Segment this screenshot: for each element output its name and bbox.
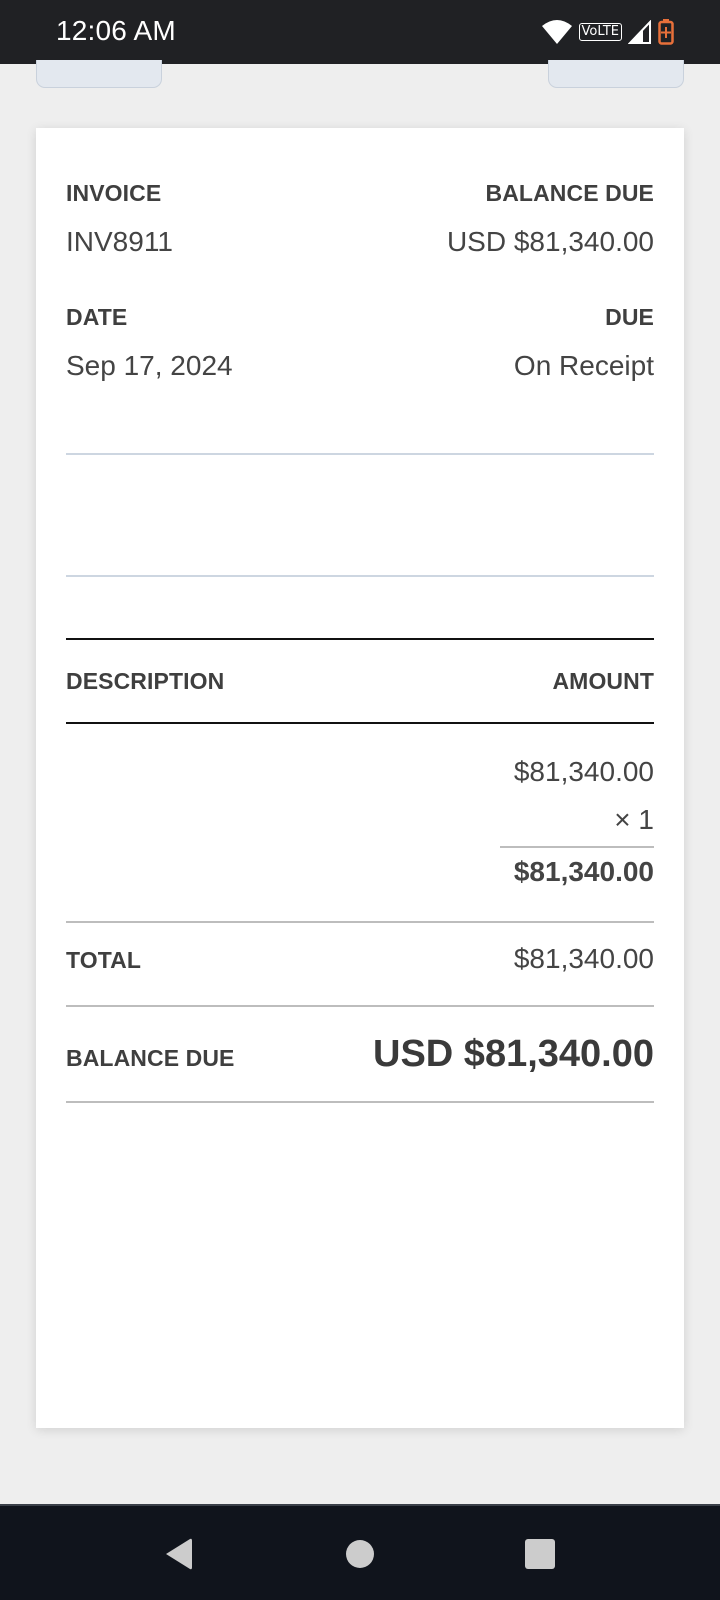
total-value: $81,340.00 xyxy=(513,943,654,974)
battery-icon xyxy=(658,19,674,45)
item-quantity: × 1 xyxy=(614,804,654,835)
recents-icon xyxy=(525,1539,555,1569)
invoice-values-row: INV8911 USD $81,340.00 xyxy=(66,226,654,258)
balance-due-row: BALANCE DUE USD $81,340.00 xyxy=(66,1033,654,1076)
invoice-header-row: INVOICE BALANCE DUE xyxy=(66,180,654,207)
date-values-row: Sep 17, 2024 On Receipt xyxy=(66,350,654,382)
table-top-border xyxy=(66,638,654,640)
balance-due-total-value: USD $81,340.00 xyxy=(373,1033,654,1075)
date-label: DATE xyxy=(66,304,128,330)
divider xyxy=(66,1005,654,1007)
date-header-row: DATE DUE xyxy=(66,304,654,331)
item-line-total: $81,340.00 xyxy=(513,856,654,887)
wifi-icon xyxy=(541,20,572,44)
table-header: DESCRIPTION AMOUNT xyxy=(66,668,654,695)
invoice-number: INV8911 xyxy=(66,226,173,257)
status-bar: 12:06 AM VoLTE xyxy=(0,0,720,64)
amount-header: AMOUNT xyxy=(552,668,654,694)
status-icons: VoLTE xyxy=(541,18,674,46)
back-icon xyxy=(166,1538,192,1570)
top-left-button[interactable] xyxy=(36,60,162,88)
due-value: On Receipt xyxy=(513,350,654,381)
balance-due-value: USD $81,340.00 xyxy=(446,226,654,257)
balance-due-total-label: BALANCE DUE xyxy=(66,1045,235,1071)
volte-icon: VoLTE xyxy=(578,23,622,41)
status-time: 12:06 AM xyxy=(56,15,176,46)
divider xyxy=(66,453,654,455)
home-icon xyxy=(346,1540,374,1568)
divider xyxy=(66,1101,654,1103)
invoice-card: INVOICE BALANCE DUE INV8911 USD $81,340.… xyxy=(36,128,684,1428)
total-row: TOTAL $81,340.00 xyxy=(66,943,654,975)
top-right-button[interactable] xyxy=(548,60,684,88)
date-value: Sep 17, 2024 xyxy=(66,350,233,381)
back-button[interactable] xyxy=(158,1534,198,1574)
cellular-signal-icon xyxy=(628,20,651,44)
home-button[interactable] xyxy=(340,1534,380,1574)
description-header: DESCRIPTION xyxy=(66,668,225,694)
divider xyxy=(66,921,654,923)
item-rate: $81,340.00 xyxy=(513,756,654,787)
navigation-bar xyxy=(0,1504,720,1600)
invoice-label: INVOICE xyxy=(66,180,162,206)
due-label: DUE xyxy=(605,304,654,330)
item-line xyxy=(500,846,654,848)
table-header-border xyxy=(66,722,654,724)
total-label: TOTAL xyxy=(66,947,142,973)
recents-button[interactable] xyxy=(520,1534,560,1574)
balance-due-label: BALANCE DUE xyxy=(485,180,654,206)
divider xyxy=(66,575,654,577)
